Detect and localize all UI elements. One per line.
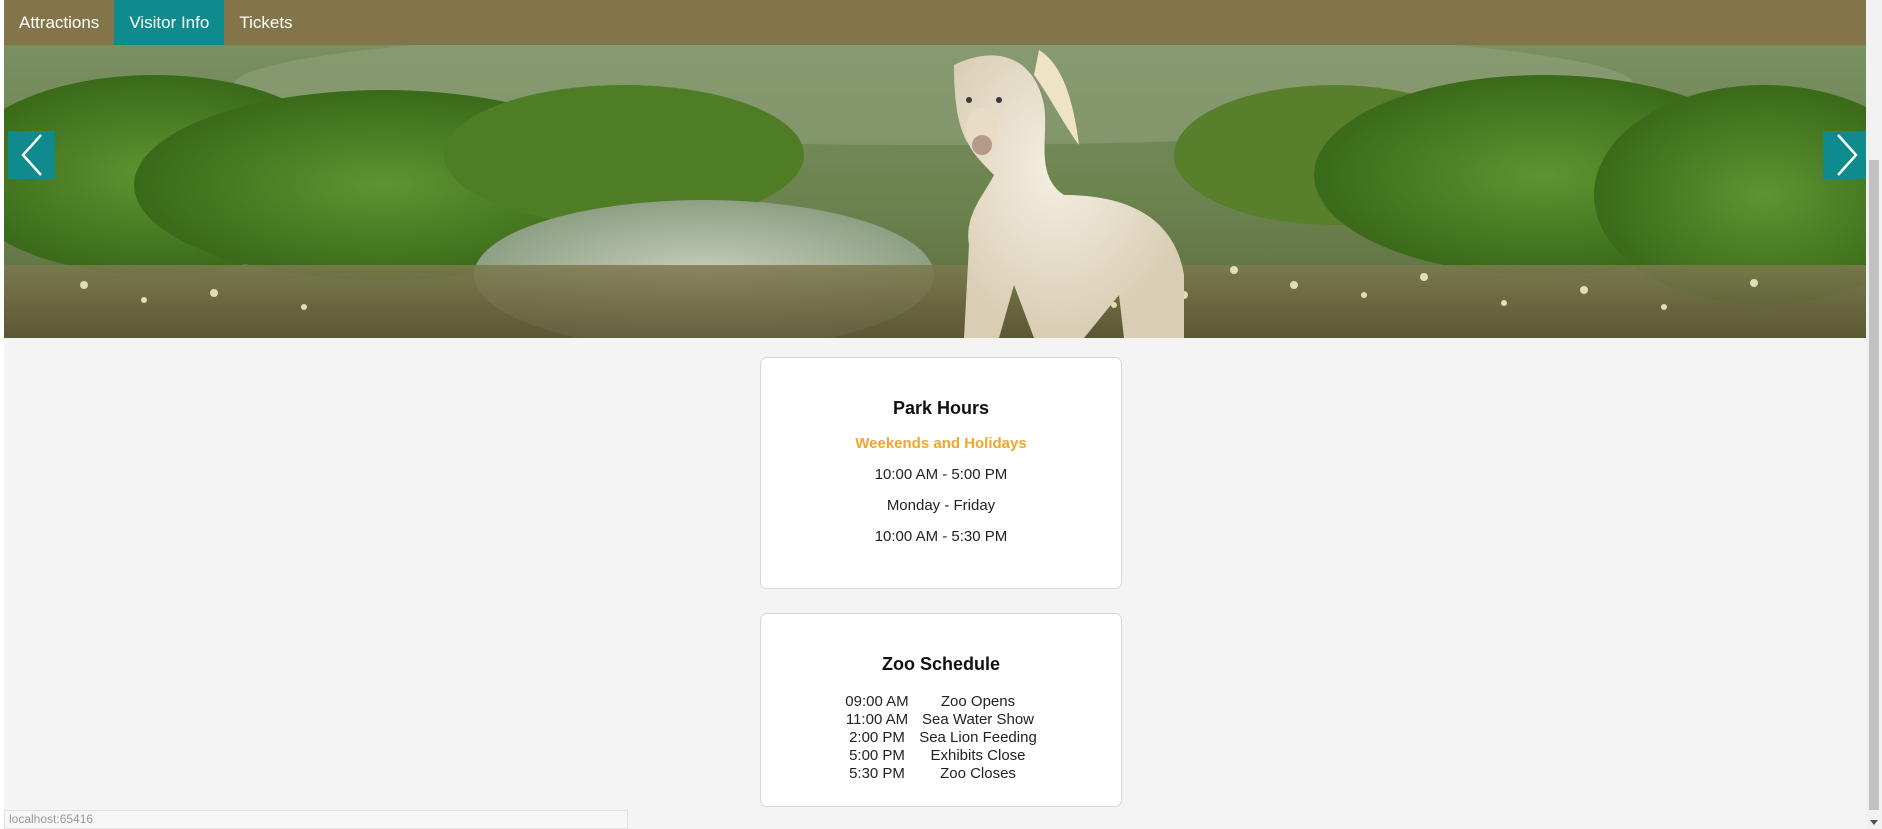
schedule-time: 11:00 AM xyxy=(845,711,909,728)
schedule-event: Exhibits Close xyxy=(930,747,1026,764)
weekends-holidays-label: Weekends and Holidays xyxy=(855,435,1027,452)
nav-item-tickets[interactable]: Tickets xyxy=(224,0,307,45)
park-hours-card: Park Hours Weekends and Holidays 10:00 A… xyxy=(760,357,1122,589)
table-row: 11:00 AM Sea Water Show xyxy=(840,711,1042,729)
weekday-hours: 10:00 AM - 5:30 PM xyxy=(874,528,1008,545)
schedule-time: 09:00 AM xyxy=(845,693,909,710)
carousel-prev-button[interactable] xyxy=(8,131,55,179)
hero-image-horse-meadow xyxy=(4,45,1866,338)
schedule-time: 5:30 PM xyxy=(849,765,905,782)
top-navigation: Attractions Visitor Info Tickets xyxy=(4,0,1866,45)
schedule-event: Sea Lion Feeding xyxy=(919,729,1037,746)
carousel-next-button[interactable] xyxy=(1823,131,1866,179)
scrollbar-thumb[interactable] xyxy=(1869,160,1879,810)
chevron-left-icon xyxy=(20,134,42,176)
table-row: 5:00 PM Exhibits Close xyxy=(840,747,1042,765)
vertical-scrollbar[interactable] xyxy=(1866,0,1882,829)
scroll-down-arrow-icon[interactable] xyxy=(1870,820,1878,825)
table-row: 09:00 AM Zoo Opens xyxy=(840,693,1042,711)
schedule-table: 09:00 AM Zoo Opens 11:00 AM Sea Water Sh… xyxy=(840,693,1042,783)
schedule-time: 2:00 PM xyxy=(849,729,905,746)
weekday-label: Monday - Friday xyxy=(886,497,996,514)
page: Attractions Visitor Info Tickets Park Ho… xyxy=(0,0,1882,829)
nav-item-attractions[interactable]: Attractions xyxy=(4,0,114,45)
zoo-schedule-card: Zoo Schedule 09:00 AM Zoo Opens 11:00 AM… xyxy=(760,613,1122,807)
hero-carousel xyxy=(4,45,1866,338)
schedule-time: 5:00 PM xyxy=(849,747,905,764)
schedule-event: Zoo Opens xyxy=(940,693,1016,710)
nav-item-visitor-info[interactable]: Visitor Info xyxy=(114,0,225,45)
browser-status-bar: localhost:65416 xyxy=(4,810,628,829)
chevron-right-icon xyxy=(1836,134,1858,176)
schedule-event: Zoo Closes xyxy=(940,765,1016,782)
table-row: 2:00 PM Sea Lion Feeding xyxy=(840,729,1042,747)
schedule-event: Sea Water Show xyxy=(922,711,1034,728)
table-row: 5:30 PM Zoo Closes xyxy=(840,765,1042,783)
weekend-hours: 10:00 AM - 5:00 PM xyxy=(874,466,1008,483)
zoo-schedule-title: Zoo Schedule xyxy=(881,654,1000,674)
park-hours-title: Park Hours xyxy=(892,398,990,418)
